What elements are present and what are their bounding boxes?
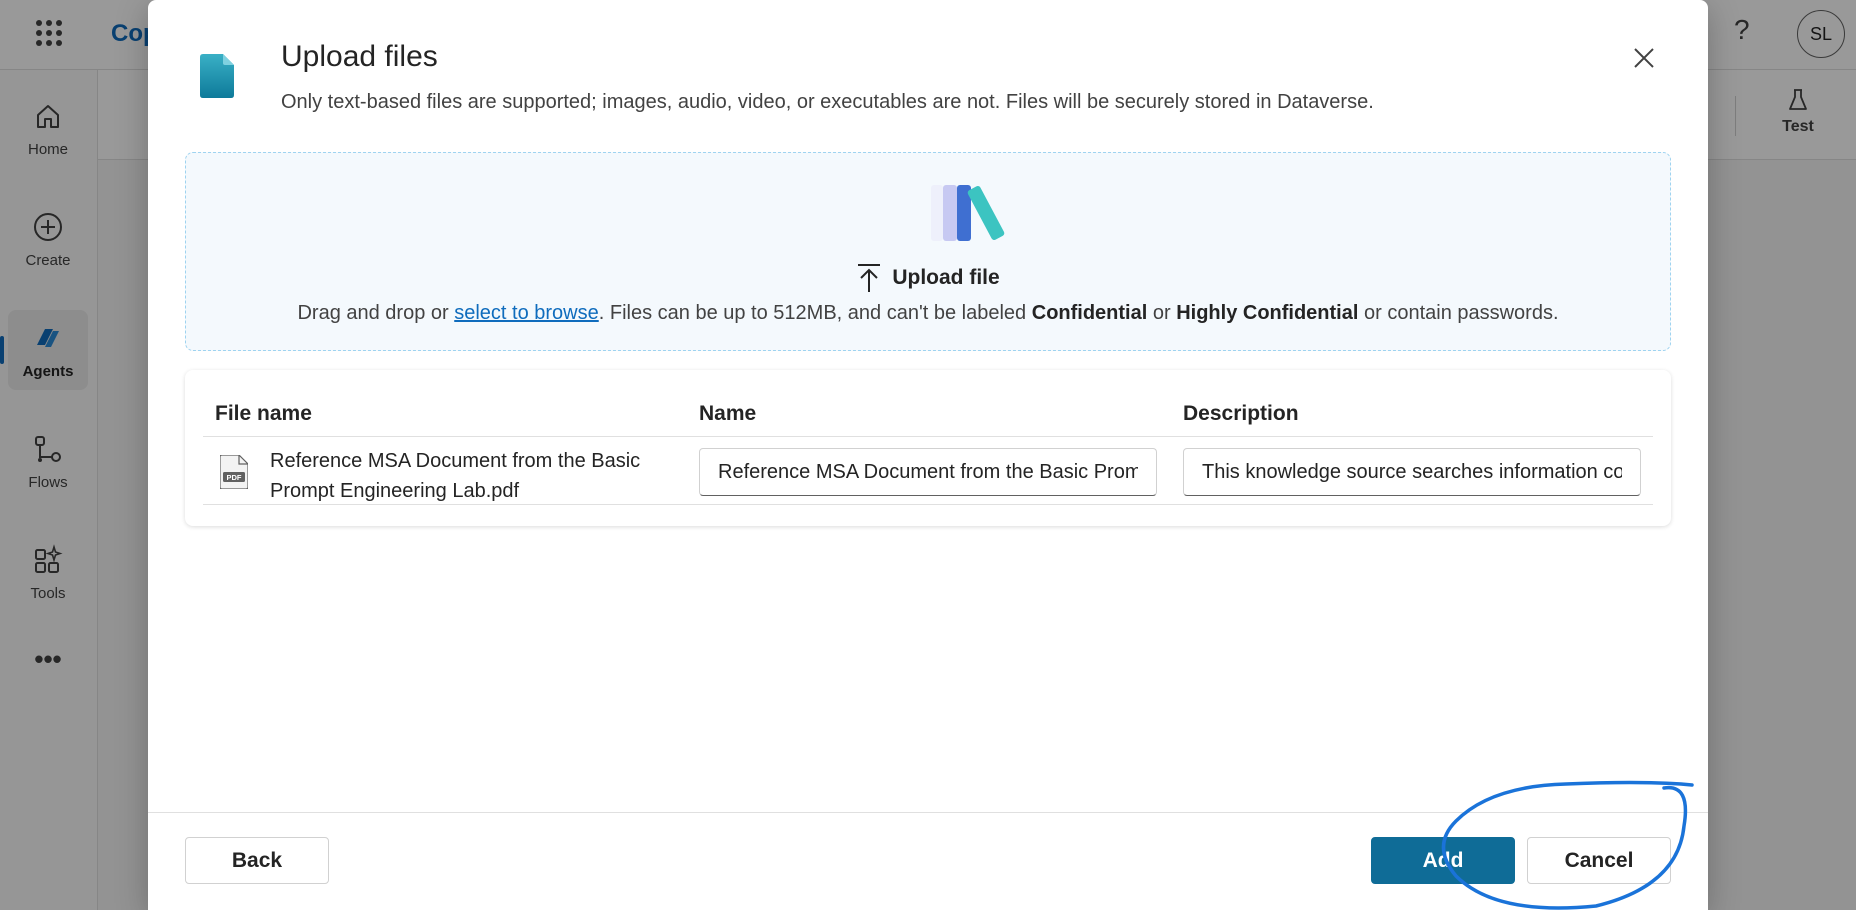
document-icon [200, 54, 234, 98]
dropzone-hint: Drag and drop or select to browse. Files… [186, 302, 1670, 325]
add-button[interactable]: Add [1371, 837, 1515, 884]
header-divider [203, 436, 1653, 437]
column-header-file-name: File name [215, 402, 312, 425]
column-header-name: Name [699, 402, 757, 425]
hint-or: or [1147, 302, 1177, 324]
books-illustration-icon [931, 185, 1005, 241]
column-header-description: Description [1183, 402, 1299, 425]
browse-link[interactable]: select to browse [454, 302, 599, 324]
files-table: File name Name Description PDF Reference… [185, 370, 1671, 526]
close-icon [1634, 48, 1654, 68]
close-button[interactable] [1628, 42, 1660, 74]
hint-middle: . Files can be up to 512MB, and can't be… [598, 302, 1032, 324]
hint-suffix: or contain passwords. [1358, 302, 1559, 324]
file-dropzone[interactable]: Upload file Drag and drop or select to b… [185, 152, 1671, 351]
file-name-cell: Reference MSA Document from the Basic Pr… [270, 450, 641, 502]
confidential-label: Confidential [1031, 302, 1148, 324]
row-divider [203, 504, 1653, 505]
upload-file-label: Upload file [892, 266, 1000, 289]
dialog-subtitle: Only text-based files are supported; ima… [281, 91, 1374, 113]
footer-divider [148, 812, 1708, 813]
description-input[interactable] [1183, 448, 1641, 496]
upload-files-dialog: Upload files Only text-based files are s… [148, 0, 1708, 910]
svg-text:PDF: PDF [227, 473, 242, 482]
dialog-title: Upload files [281, 40, 438, 73]
highly-confidential-label: Highly Confidential [1176, 302, 1359, 324]
back-button[interactable]: Back [185, 837, 329, 884]
name-input[interactable] [699, 448, 1157, 496]
hint-prefix: Drag and drop or [297, 302, 455, 324]
upload-arrow-icon [858, 264, 881, 292]
pdf-file-icon: PDF [220, 455, 248, 489]
cancel-button[interactable]: Cancel [1527, 837, 1671, 884]
upload-file-action[interactable]: Upload file [186, 263, 1670, 293]
